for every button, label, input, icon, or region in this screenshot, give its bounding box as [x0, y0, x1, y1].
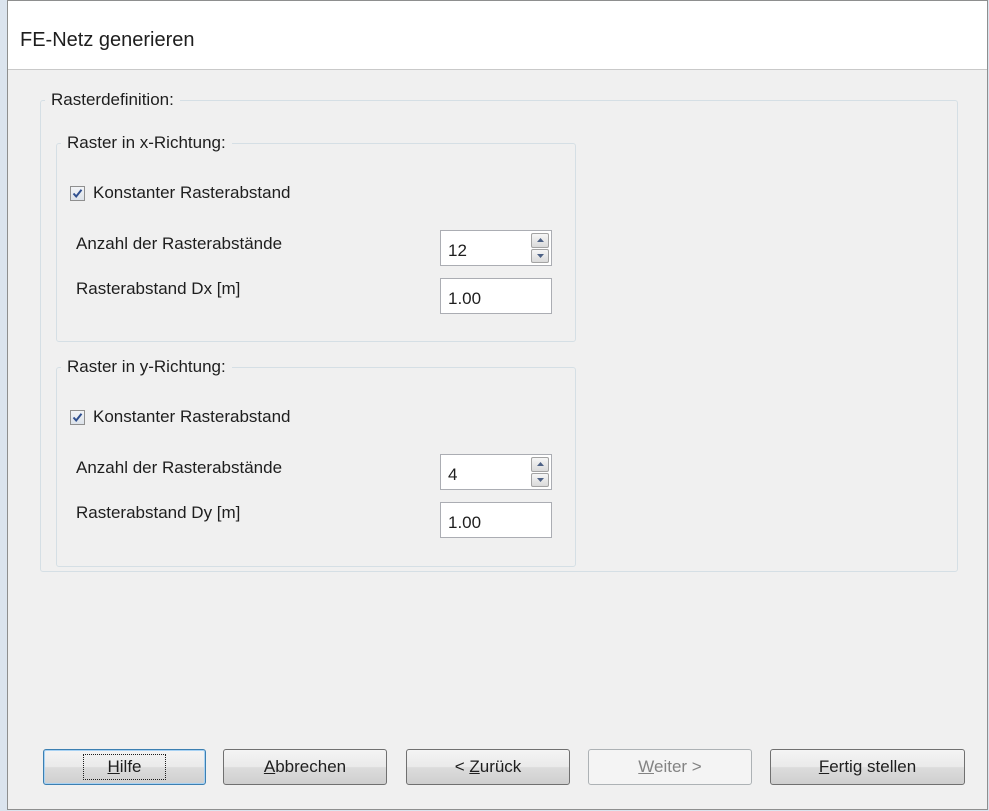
group-raster-definition-legend: Rasterdefinition:	[51, 90, 174, 109]
dialog-window: FE-Netz generieren Rasterdefinition: Ras…	[7, 0, 988, 810]
spin-down-button[interactable]	[531, 248, 549, 263]
help-button-label: Hilfe	[83, 754, 166, 780]
spacing-dx-label: Rasterabstand Dx [m]	[76, 279, 241, 298]
count-x-spinbox[interactable]: 12	[440, 230, 552, 266]
spacing-dy-label: Rasterabstand Dy [m]	[76, 503, 241, 522]
arrow-down-icon	[536, 477, 544, 482]
constant-spacing-x-checkbox[interactable]: Konstanter Rasterabstand	[70, 183, 291, 203]
spin-up-button[interactable]	[531, 457, 549, 472]
checkbox-box[interactable]	[70, 185, 85, 201]
count-x-label: Anzahl der Rasterabstände	[76, 234, 283, 253]
arrow-up-icon	[536, 462, 544, 467]
cancel-button[interactable]: Abbrechen	[223, 749, 387, 785]
constant-spacing-y-checkbox[interactable]: Konstanter Rasterabstand	[70, 407, 291, 427]
count-y-value[interactable]: 4	[448, 465, 457, 484]
count-y-label: Anzahl der Rasterabstände	[76, 458, 283, 477]
dialog-body: Rasterdefinition: Raster in x-Richtung: …	[8, 69, 987, 809]
arrow-down-icon	[536, 253, 544, 258]
check-icon	[72, 412, 83, 422]
count-x-value[interactable]: 12	[448, 241, 467, 260]
count-y-spinbox[interactable]: 4	[440, 454, 552, 490]
spacing-dy-input[interactable]: 1.00	[440, 502, 552, 538]
finish-button[interactable]: Fertig stellen	[770, 749, 965, 785]
group-raster-x-legend: Raster in x-Richtung:	[67, 133, 226, 152]
check-icon	[72, 188, 83, 198]
back-button[interactable]: < Zurück	[406, 749, 570, 785]
title-bar: FE-Netz generieren	[8, 1, 987, 69]
group-raster-y-legend: Raster in y-Richtung:	[67, 357, 226, 376]
count-y-spinner[interactable]	[531, 457, 549, 487]
next-button[interactable]: Weiter >	[588, 749, 752, 785]
count-x-spinner[interactable]	[531, 233, 549, 263]
spin-up-button[interactable]	[531, 233, 549, 248]
arrow-up-icon	[536, 238, 544, 243]
constant-spacing-y-label: Konstanter Rasterabstand	[93, 407, 291, 426]
constant-spacing-x-label: Konstanter Rasterabstand	[93, 183, 291, 202]
window-title: FE-Netz generieren	[20, 29, 195, 51]
help-button[interactable]: Hilfe	[43, 749, 206, 785]
spacing-dx-value[interactable]: 1.00	[448, 289, 481, 308]
checkbox-box[interactable]	[70, 409, 85, 425]
spacing-dy-value[interactable]: 1.00	[448, 513, 481, 532]
spin-down-button[interactable]	[531, 472, 549, 487]
spacing-dx-input[interactable]: 1.00	[440, 278, 552, 314]
